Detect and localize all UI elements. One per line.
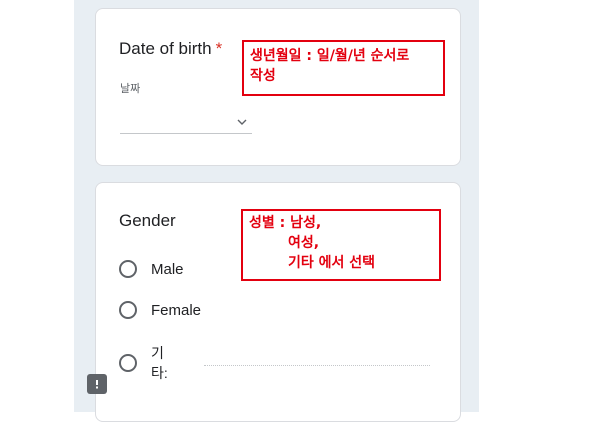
annotation-dob-line-2: 작성 (250, 68, 276, 84)
report-problem-icon (96, 380, 98, 389)
dob-question-title: Date of birth * (119, 39, 222, 59)
annotation-gender-line-1: 성별 : 남성, (249, 215, 322, 231)
radio-option-other[interactable]: 기 타: (119, 343, 168, 383)
report-problem-button[interactable] (87, 374, 107, 394)
date-input[interactable] (120, 133, 252, 134)
radio-button[interactable] (119, 301, 137, 319)
other-text-input[interactable] (204, 365, 430, 366)
other-option-label: 기 타: (151, 343, 168, 383)
annotation-gender-line-3: 기타 에서 선택 (249, 255, 376, 271)
chevron-down-icon[interactable] (236, 117, 248, 127)
annotation-gender: 성별 : 남성, 여성, 기타 에서 선택 (241, 209, 441, 281)
annotation-dob-line-1: 생년월일 : 일/월/년 순서로 (250, 48, 410, 64)
annotation-gender-line-2: 여성, (249, 235, 320, 251)
radio-button[interactable] (119, 354, 137, 372)
other-label-line-1: 기 (151, 345, 164, 361)
annotation-dob: 생년월일 : 일/월/년 순서로 작성 (242, 40, 445, 96)
required-asterisk: * (215, 39, 223, 58)
dob-title-text: Date of birth (119, 39, 212, 58)
date-field-hint: 날짜 (120, 83, 141, 95)
radio-button[interactable] (119, 260, 137, 278)
radio-option-female[interactable]: Female (119, 301, 201, 319)
radio-label: Male (151, 260, 184, 278)
gender-question-title: Gender (119, 211, 176, 230)
radio-option-male[interactable]: Male (119, 260, 184, 278)
radio-label: Female (151, 301, 202, 319)
other-label-line-2: 타: (151, 365, 168, 381)
